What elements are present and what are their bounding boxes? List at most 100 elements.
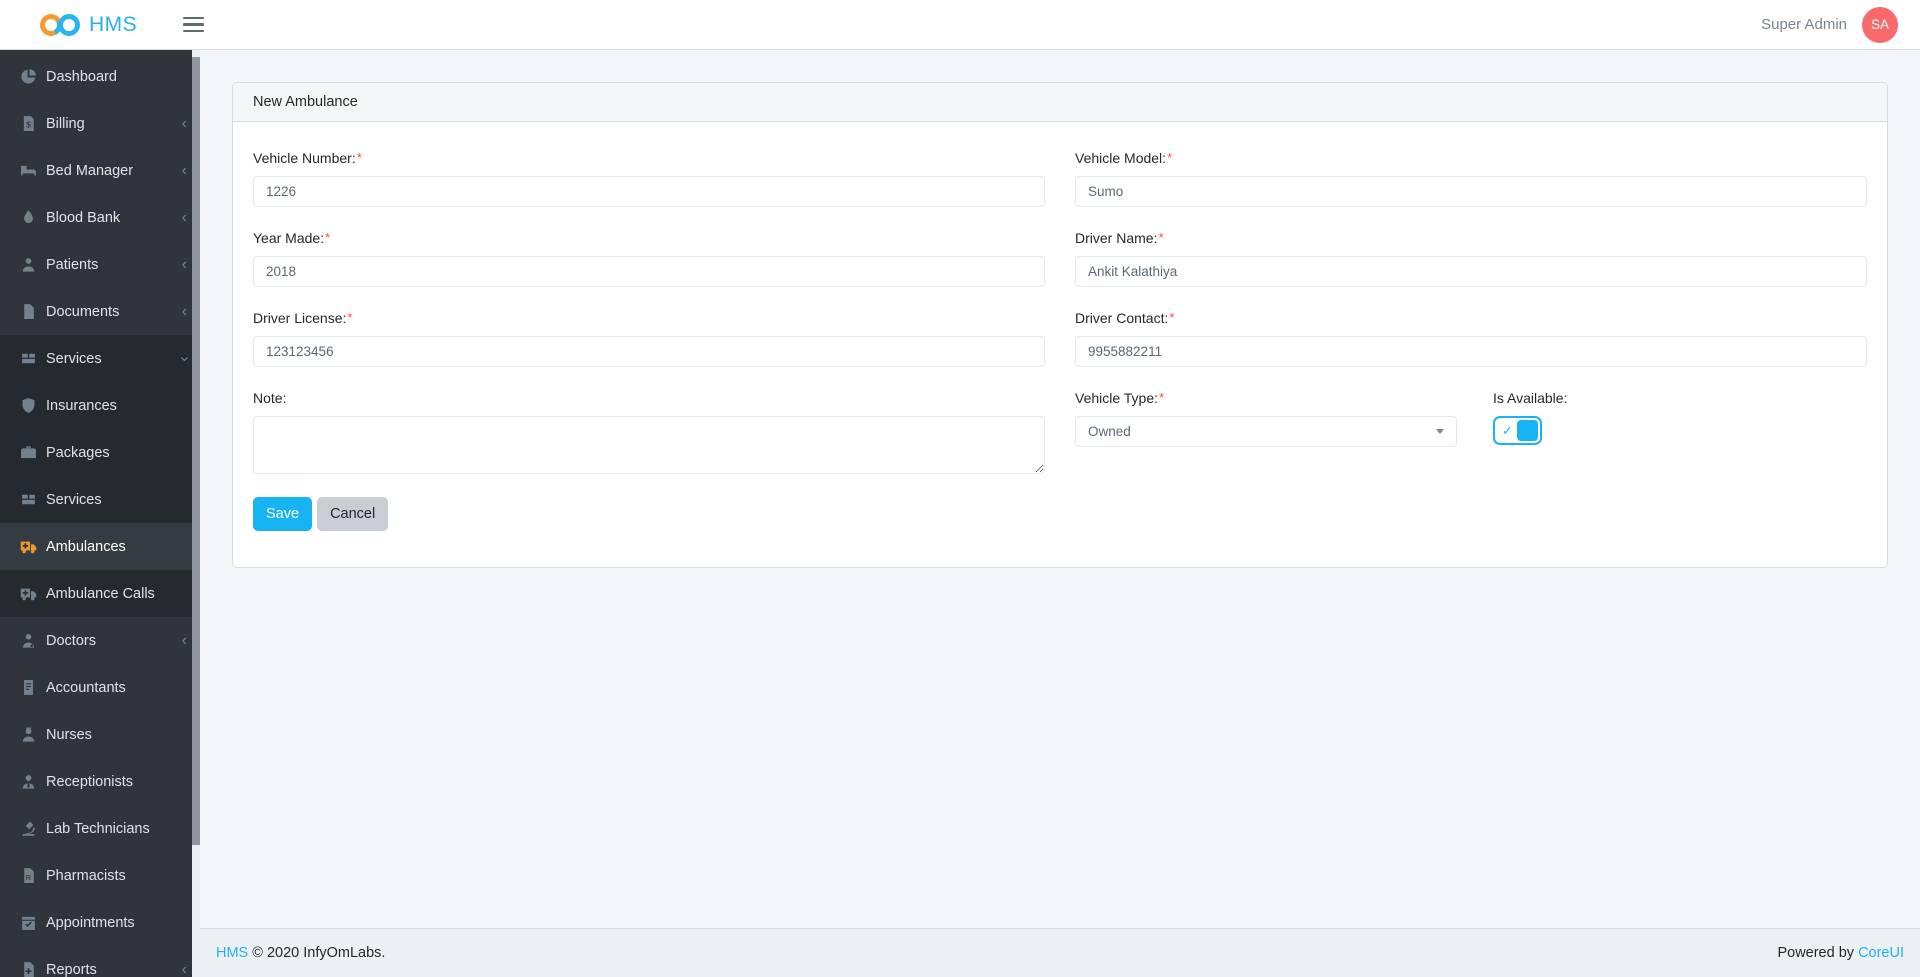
sidebar-item-label: Patients	[46, 257, 98, 273]
check-icon: ✓	[1502, 423, 1513, 439]
sidebar-item-appointments[interactable]: Appointments	[0, 899, 200, 946]
sidebar-item-label: Documents	[46, 304, 119, 320]
sidebar-item-receptionists[interactable]: Receptionists	[0, 758, 200, 805]
footer-copyright: HMS © 2020 InfyOmLabs.	[216, 945, 385, 961]
vehicle-type-select[interactable]: Owned	[1075, 416, 1457, 447]
ambulance-icon	[20, 585, 37, 602]
boxes-icon	[20, 491, 37, 508]
sidebar-item-label: Services	[46, 492, 102, 508]
sidebar-item-services[interactable]: Services	[0, 476, 200, 523]
driver-contact-field[interactable]	[1075, 336, 1867, 367]
required-marker: *	[1167, 150, 1172, 165]
ambulance-form: Vehicle Number:* Vehicle Model:* Year Ma…	[253, 150, 1867, 497]
logged-in-user-name: Super Admin	[1761, 16, 1847, 33]
sidebar-scrollbar-thumb[interactable]	[192, 57, 200, 845]
save-button[interactable]: Save	[253, 497, 312, 531]
app-header: HMS Super Admin SA	[0, 0, 1920, 50]
sidebar-nav: Dashboard$Billing‹Bed Manager‹Blood Bank…	[0, 50, 200, 977]
sidebar-item-label: Pharmacists	[46, 868, 126, 884]
driver-name-label: Driver Name:*	[1075, 230, 1867, 246]
sidebar-item-label: Dashboard	[46, 69, 117, 85]
bed-icon	[20, 162, 37, 179]
sidebar-item-label: Reports	[46, 962, 97, 977]
footer-brand-link[interactable]: HMS	[216, 945, 248, 961]
brand-logo[interactable]: HMS	[40, 13, 137, 37]
is-available-toggle[interactable]: ✓	[1493, 416, 1542, 445]
sidebar-scrollbar-track	[192, 50, 200, 977]
sidebar-item-packages[interactable]: Packages	[0, 429, 200, 476]
sidebar-item-label: Nurses	[46, 727, 92, 743]
new-ambulance-card: New Ambulance Vehicle Number:* Vehicle M…	[232, 82, 1888, 568]
vehicle-number-field[interactable]	[253, 176, 1045, 207]
sidebar-item-label: Bed Manager	[46, 163, 133, 179]
sidebar-item-services[interactable]: Services‹	[0, 335, 200, 382]
sidebar: Dashboard$Billing‹Bed Manager‹Blood Bank…	[0, 50, 200, 977]
sidebar-item-documents[interactable]: Documents‹	[0, 288, 200, 335]
sidebar-item-label: Ambulance Calls	[46, 586, 155, 602]
sidebar-item-lab-technicians[interactable]: Lab Technicians	[0, 805, 200, 852]
coreui-link[interactable]: CoreUI	[1858, 945, 1904, 961]
nurse-icon	[20, 726, 37, 743]
required-marker: *	[325, 230, 330, 245]
vehicle-model-label: Vehicle Model:*	[1075, 150, 1867, 166]
boxes-icon	[20, 350, 37, 367]
sidebar-toggle-hamburger-icon[interactable]	[181, 7, 206, 43]
chevron-left-icon: ‹	[182, 116, 187, 132]
vehicle-model-field[interactable]	[1075, 176, 1867, 207]
required-marker: *	[347, 310, 352, 325]
sidebar-item-label: Insurances	[46, 398, 117, 414]
sidebar-item-label: Accountants	[46, 680, 126, 696]
invoice-icon	[20, 679, 37, 696]
sidebar-item-doctors[interactable]: Doctors‹	[0, 617, 200, 664]
ambulance-icon	[20, 538, 37, 555]
brand-title: HMS	[89, 13, 137, 37]
chevron-left-icon: ‹	[182, 163, 187, 179]
sidebar-item-label: Services	[46, 351, 102, 367]
driver-name-field[interactable]	[1075, 256, 1867, 287]
vehicle-number-label: Vehicle Number:*	[253, 150, 1045, 166]
required-marker: *	[1169, 310, 1174, 325]
briefcase-icon	[20, 444, 37, 461]
sidebar-item-reports[interactable]: Reports ‹	[0, 946, 200, 977]
sidebar-item-dashboard[interactable]: Dashboard	[0, 53, 200, 100]
sidebar-item-label: Packages	[46, 445, 110, 461]
sidebar-item-label: Appointments	[46, 915, 135, 931]
microscope-icon	[20, 820, 37, 837]
svg-text:R: R	[26, 873, 32, 882]
sidebar-item-ambulances[interactable]: Ambulances	[0, 523, 200, 570]
sidebar-item-patients[interactable]: Patients ‹	[0, 241, 200, 288]
sidebar-item-blood-bank[interactable]: Blood Bank ‹	[0, 194, 200, 241]
sidebar-item-accountants[interactable]: Accountants	[0, 664, 200, 711]
sidebar-item-insurances[interactable]: Insurances	[0, 382, 200, 429]
chevron-left-icon: ‹	[182, 257, 187, 273]
svg-text:$: $	[26, 120, 31, 130]
doctor-icon	[20, 632, 37, 649]
pie-chart-icon	[20, 68, 37, 85]
required-marker: *	[1159, 390, 1164, 405]
note-label: Note:	[253, 390, 1045, 406]
is-available-label: Is Available:	[1493, 390, 1567, 406]
driver-license-label: Driver License:*	[253, 310, 1045, 326]
sidebar-item-billing[interactable]: $ Billing ‹	[0, 100, 200, 147]
invoice-dollar-icon: $	[20, 115, 37, 132]
chevron-left-icon: ‹	[182, 962, 187, 977]
note-field[interactable]	[253, 416, 1045, 474]
calendar-check-icon	[20, 914, 37, 931]
chevron-left-icon: ‹	[182, 210, 187, 226]
patient-icon	[20, 256, 37, 273]
required-marker: *	[1158, 230, 1163, 245]
blood-drop-icon	[20, 209, 37, 226]
year-made-field[interactable]	[253, 256, 1045, 287]
sidebar-item-nurses[interactable]: Nurses	[0, 711, 200, 758]
sidebar-item-pharmacists[interactable]: R Pharmacists	[0, 852, 200, 899]
sidebar-item-label: Billing	[46, 116, 85, 132]
toggle-knob	[1517, 420, 1538, 441]
sidebar-item-ambulance-calls[interactable]: Ambulance Calls	[0, 570, 200, 617]
sidebar-item-bed-manager[interactable]: Bed Manager ‹	[0, 147, 200, 194]
sidebar-item-label: Receptionists	[46, 774, 133, 790]
avatar[interactable]: SA	[1862, 7, 1898, 43]
driver-license-field[interactable]	[253, 336, 1045, 367]
chevron-left-icon: ‹	[182, 633, 187, 649]
cancel-button[interactable]: Cancel	[317, 497, 388, 531]
sidebar-item-label: Blood Bank	[46, 210, 120, 226]
